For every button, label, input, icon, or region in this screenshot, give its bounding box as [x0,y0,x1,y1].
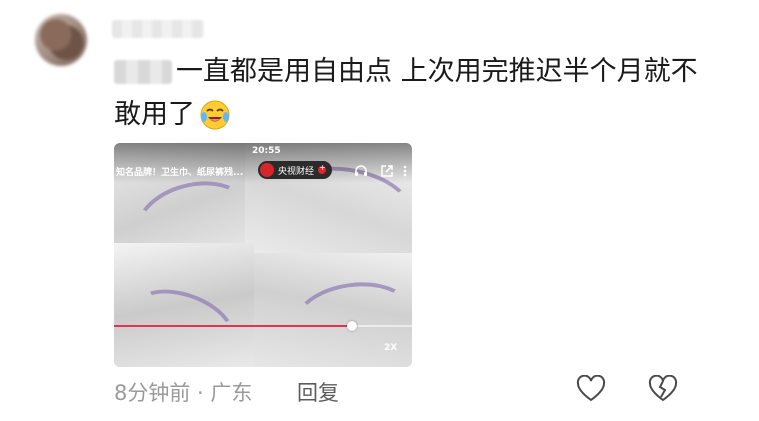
username-blurred[interactable] [112,20,204,38]
reply-button[interactable]: 回复 [297,377,339,407]
playback-speed[interactable]: 2X [384,343,397,353]
progress-fill [114,325,353,327]
status-time: 20:55 [252,146,281,156]
dislike-broken-heart-icon[interactable] [648,375,678,403]
channel-name: 央视财经 [278,166,315,177]
mention-blurred[interactable] [114,60,172,84]
comment-text-line2-label: 敢用了 [114,99,195,130]
follow-plus-icon[interactable] [318,163,327,174]
more-icon[interactable] [398,164,412,178]
channel-badge[interactable]: 央视财经 [258,161,333,179]
video-thumbnail[interactable]: 20:55 知名品牌！卫生巾、纸尿裤残... 央视财经 2X [114,143,412,367]
comment-text-line2: 敢用了 [114,96,231,134]
comment-text-line1: 一直都是用自由点 上次用完推迟半个月就不 [176,56,698,87]
channel-logo-icon [260,163,274,177]
like-heart-icon[interactable] [576,375,606,403]
headphones-icon[interactable] [354,164,368,178]
laughing-with-tears-emoji-icon [200,100,230,130]
avatar[interactable] [35,14,87,66]
video-title: 知名品牌！卫生巾、纸尿裤残... [116,168,244,178]
share-icon[interactable] [380,164,394,178]
comment-meta: 8分钟前 · 广东 [114,381,253,405]
